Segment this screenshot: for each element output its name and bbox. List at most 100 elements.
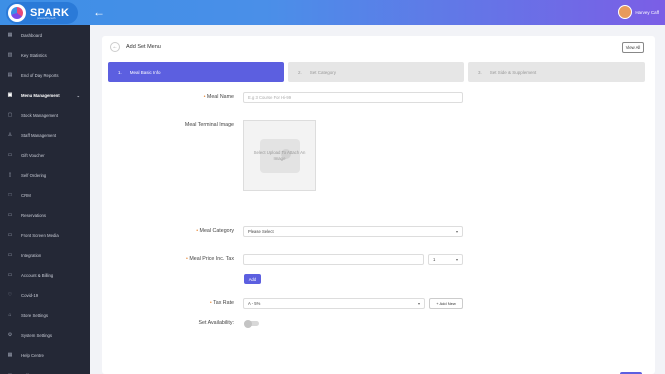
user-name: Harvey Caff — [635, 9, 659, 15]
menu-icon: ▣ — [7, 92, 13, 98]
dashboard-icon: ▦ — [7, 32, 13, 38]
ordering-icon: ▯ — [8, 172, 12, 178]
help-icon: ▦ — [7, 352, 13, 358]
sidebar-item-label: Dashboard — [21, 32, 43, 38]
meal-category-label-text: Meal Category — [199, 228, 234, 234]
sidebar-item-label: Account & Billing — [21, 272, 54, 278]
set-availability-toggle[interactable] — [244, 319, 259, 328]
integration-icon: ▭ — [7, 252, 13, 258]
tax-rate-value: A - 5% — [248, 301, 261, 306]
logo-mark-icon — [8, 4, 26, 22]
sidebar-item-end-of-day-reports[interactable]: ▤ End of Day Reports — [0, 65, 90, 85]
sidebar-item-label: Key Statistics — [21, 52, 47, 58]
covid-icon: ♡ — [7, 292, 13, 298]
view-all-button[interactable]: View All — [622, 42, 644, 53]
back-button[interactable]: ← — [110, 42, 120, 52]
step-number: 1. — [118, 69, 122, 75]
report-icon: ▤ — [7, 72, 13, 78]
sidebar-item-stock-management[interactable]: ▢ Stock Management — [0, 105, 90, 125]
price-quantity-select[interactable]: 1 ▾ — [428, 254, 463, 265]
step-set-side-supplement[interactable]: 3. Set Side & Supplement — [468, 62, 645, 82]
meal-category-value: Please Select — [248, 229, 274, 234]
crm-icon: □ — [8, 192, 12, 198]
sidebar-item-label: Reservations — [21, 212, 47, 218]
sidebar-item-help-centre[interactable]: ▦ Help Centre — [0, 345, 90, 365]
tax-rate-label-text: Tax Rate — [213, 300, 234, 306]
sidebar-item-dashboard[interactable]: ▦ Dashboard — [0, 25, 90, 45]
meal-terminal-image-label: Meal Terminal Image — [184, 122, 234, 128]
sidebar-item-covid-19[interactable]: ♡ Covid-19 — [0, 285, 90, 305]
meal-name-input[interactable]: E.g 3 Course For Hi-99 — [243, 92, 463, 103]
brand-logo[interactable]: SPARK powered by tech — [6, 2, 78, 24]
page-title: Add Set Menu — [126, 44, 161, 50]
tax-rate-select[interactable]: A - 5% ▾ — [243, 298, 425, 309]
meal-category-label: • Meal Category — [114, 228, 234, 234]
sidebar-item-label: End of Day Reports — [21, 72, 59, 78]
meal-price-label-text: Meal Price Inc. Tax — [189, 256, 234, 262]
sidebar-item-label: Gift Voucher — [21, 152, 45, 158]
sidebar-item-integration[interactable]: ▭ Integration — [0, 245, 90, 265]
back-arrow-icon[interactable]: ← — [93, 6, 105, 18]
sidebar-item-key-statistics[interactable]: ▥ Key Statistics — [0, 45, 90, 65]
set-availability-label: Set Availability: — [198, 320, 234, 326]
add-new-tax-button[interactable]: + Add New — [429, 298, 463, 309]
price-quantity-value: 1 — [433, 257, 436, 262]
store-icon: ⌂ — [8, 312, 12, 318]
add-price-button[interactable]: Add — [244, 274, 261, 284]
step-label: Meal Basic Info — [129, 69, 161, 75]
chevron-down-icon: ⌄ — [76, 92, 80, 98]
staff-icon: ♙ — [7, 132, 13, 138]
chevron-down-icon: ▾ — [455, 229, 458, 234]
avatar — [618, 5, 633, 19]
sidebar-item-label: Integration — [21, 252, 42, 258]
gift-icon: ▭ — [7, 152, 13, 158]
step-label: Set Side & Supplement — [489, 69, 537, 75]
image-upload-area[interactable]: Select Upload To Attach An Image — [243, 120, 316, 191]
sidebar-item-front-screen-media[interactable]: ▭ Front Screen Media — [0, 225, 90, 245]
sidebar-item-crm[interactable]: □ CRM — [0, 185, 90, 205]
card-header: ← Add Set Menu View All — [102, 36, 655, 57]
step-set-category[interactable]: 2. Set Category — [288, 62, 464, 82]
step-meal-basic-info[interactable]: 1. Meal Basic Info — [108, 62, 284, 82]
sidebar-item-label: Help Centre — [21, 352, 44, 358]
billing-icon: ▭ — [7, 272, 13, 278]
sidebar-item-label: Front Screen Media — [21, 232, 59, 238]
sidebar-item-reservations[interactable]: ▭ Reservations — [0, 205, 90, 225]
step-number: 3. — [478, 69, 482, 75]
add-set-menu-card: ← Add Set Menu View All 1. Meal Basic In… — [102, 36, 655, 374]
sidebar-item-account-billing[interactable]: ▭ Account & Billing — [0, 265, 90, 285]
sidebar-item-self-ordering[interactable]: ▯ Self Ordering — [0, 165, 90, 185]
meal-category-select[interactable]: Please Select ▾ — [243, 226, 463, 237]
sidebar-item-label: Covid-19 — [21, 292, 39, 298]
logo-subtitle: powered by tech — [37, 17, 56, 20]
step-number: 2. — [298, 69, 302, 75]
step-label: Set Category — [309, 69, 337, 75]
sidebar-item-label: CRM — [21, 192, 31, 198]
upload-hint: Select Upload To Attach An Image — [253, 149, 306, 161]
sidebar-item-store-settings[interactable]: ⌂ Store Settings — [0, 305, 90, 325]
chevron-down-icon: ▾ — [417, 301, 420, 306]
calendar-icon: ▭ — [7, 212, 13, 218]
meal-name-label: • Meal Name — [114, 94, 234, 100]
sidebar-item-gift-voucher[interactable]: ▭ Gift Voucher — [0, 145, 90, 165]
meal-name-label-text: Meal Name — [206, 94, 234, 100]
sidebar-item-menu-management[interactable]: ▣ Menu Management ⌄ — [0, 85, 90, 105]
chart-icon: ▥ — [7, 52, 13, 58]
sidebar-item-label: System Settings — [21, 332, 53, 338]
media-icon: ▭ — [7, 232, 13, 238]
user-menu[interactable]: Harvey Caff — [618, 5, 659, 19]
sidebar-item-staff-management[interactable]: ♙ Staff Management — [0, 125, 90, 145]
sidebar-item-label: Stock Management — [21, 112, 59, 118]
top-bar: SPARK powered by tech ← Harvey Caff — [0, 0, 665, 25]
meal-price-input[interactable] — [243, 254, 424, 265]
sidebar: ▦ Dashboard ▥ Key Statistics ▤ End of Day Rep… — [0, 25, 90, 374]
meal-price-label: • Meal Price Inc. Tax — [114, 256, 234, 262]
chevron-left-icon: ← — [112, 44, 118, 50]
sidebar-item-label: Self Ordering — [21, 172, 47, 178]
app-root: SPARK powered by tech ← Harvey Caff ▦ Das… — [0, 0, 665, 374]
sidebar-item-system-settings[interactable]: ⚙ System Settings — [0, 325, 90, 345]
sidebar-item-self-management[interactable]: ▭Self Management — [0, 365, 90, 374]
sidebar-item-label: Staff Management — [21, 132, 57, 138]
tax-rate-label: • Tax Rate — [114, 300, 234, 306]
toggle-knob — [244, 319, 252, 328]
